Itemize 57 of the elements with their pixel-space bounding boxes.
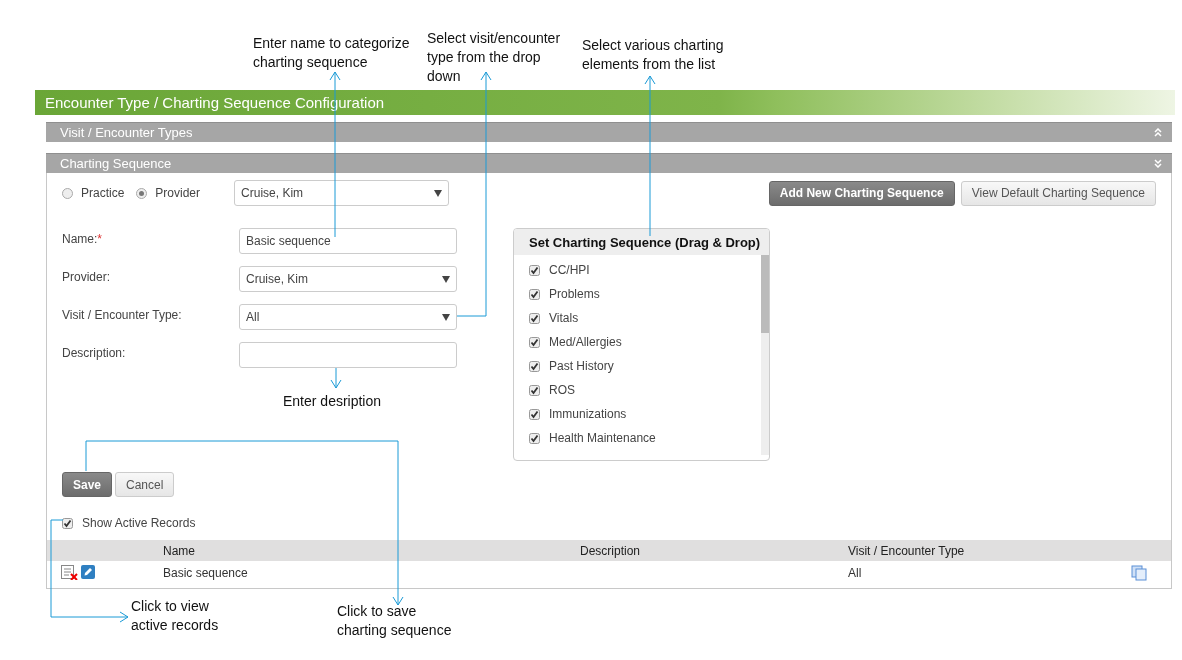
input-field[interactable] xyxy=(239,342,457,368)
scrollbar[interactable] xyxy=(761,255,769,455)
checkbox[interactable] xyxy=(529,312,540,324)
annotation-text: Click to save charting sequence xyxy=(337,602,452,640)
checklist-item[interactable]: Vitals xyxy=(549,311,579,325)
annotation-text: Select visit/encounter type from the drop down xyxy=(427,29,561,86)
add-button[interactable]: Add New Charting Sequence xyxy=(768,180,955,206)
checkbox[interactable] xyxy=(529,264,540,276)
checklist-item[interactable]: CC/HPI xyxy=(549,263,590,277)
column-header: Description xyxy=(580,543,642,558)
window-title: Encounter Type / Charting Sequence Configuration xyxy=(35,90,1175,115)
checklist-item[interactable]: Past History xyxy=(549,359,614,373)
checkbox[interactable] xyxy=(529,384,540,396)
view-default-button[interactable]: View Default Charting Sequence xyxy=(960,180,1156,206)
checkbox[interactable] xyxy=(529,336,540,348)
annotation-text: Enter desription xyxy=(283,392,382,411)
checklist-item[interactable]: Immunizations xyxy=(549,407,627,421)
caret-icon xyxy=(442,313,450,321)
checkbox[interactable] xyxy=(529,288,540,300)
table-cell-text: Basic sequence xyxy=(163,565,249,580)
checklist-item[interactable]: Problems xyxy=(549,287,600,301)
section-title: Charting Sequence xyxy=(60,156,172,171)
annotation-text: Click to view active records xyxy=(131,597,219,635)
edit-icon[interactable] xyxy=(81,565,95,579)
input-field[interactable]: Basic sequence xyxy=(239,228,457,254)
checkbox[interactable] xyxy=(62,517,73,529)
column-header: Visit / Encounter Type xyxy=(848,543,966,558)
radio-button[interactable] xyxy=(62,187,73,199)
field-label: Name:* xyxy=(62,231,103,248)
annotation-text: Select various charting elements from the list xyxy=(582,36,724,74)
field-label: Provider: xyxy=(62,269,112,286)
select-field[interactable]: All xyxy=(239,304,457,330)
annotation-text: Enter name to categorize charting sequence xyxy=(253,34,410,72)
select-field[interactable]: Cruise, Kim xyxy=(239,266,457,292)
table-cell-text: All xyxy=(848,565,863,580)
save-button[interactable]: Save xyxy=(62,472,113,497)
checkbox[interactable] xyxy=(529,360,540,372)
caret-icon xyxy=(434,189,443,197)
caret-icon xyxy=(442,275,450,283)
radio-label: Provider xyxy=(155,186,201,200)
checklist-item[interactable]: ROS xyxy=(549,383,575,397)
checklist-item[interactable]: Health Maintenance xyxy=(549,431,656,445)
checkbox[interactable] xyxy=(529,408,540,420)
checklist-item[interactable]: Med/Allergies xyxy=(549,335,622,349)
section-title: Visit / Encounter Types xyxy=(60,125,193,140)
column-header: Name xyxy=(163,543,196,558)
cancel-button[interactable]: Cancel xyxy=(115,472,175,497)
leader-line xyxy=(330,367,342,389)
field-label: Description: xyxy=(62,345,127,362)
checkbox-label: Show Active Records xyxy=(82,516,196,530)
field-label: Visit / Encounter Type: xyxy=(62,307,183,324)
radio-button[interactable] xyxy=(136,187,148,199)
delete-record-icon[interactable] xyxy=(61,565,78,580)
checkbox[interactable] xyxy=(529,432,540,444)
checklist-title: Set Charting Sequence (Drag & Drop) xyxy=(514,229,769,255)
provider-select[interactable]: Cruise, Kim xyxy=(234,180,450,206)
radio-label: Practice xyxy=(81,186,125,200)
